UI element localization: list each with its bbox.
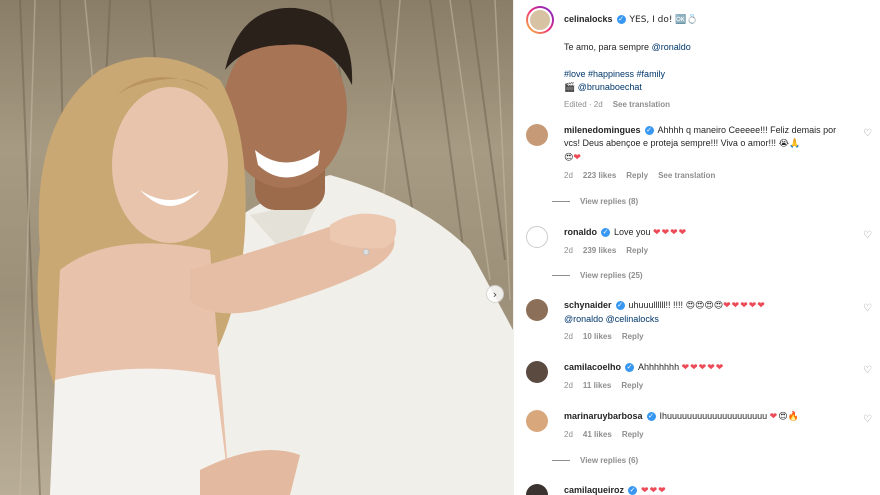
comment-username[interactable]: camilaqueiroz <box>564 485 624 495</box>
comment-hearts: ❤❤❤❤❤ <box>681 363 725 373</box>
caption-line: Te amo, para sempre <box>564 42 650 52</box>
comment-emoji: 😍 <box>564 153 574 163</box>
comment-text: Ahhhhhhh <box>638 362 680 372</box>
edited-time: Edited · 2d <box>564 100 603 109</box>
next-photo-button[interactable]: › <box>486 285 504 303</box>
comment-emoji: 😍😍😍😍 <box>685 301 724 311</box>
avatar[interactable] <box>526 484 548 495</box>
comments-panel: celinalocks ✓ YES, I do! 🆗💍 Te amo, para s… <box>513 0 880 495</box>
post-photo: › <box>0 0 513 495</box>
view-replies-label: View replies (25) <box>580 271 643 280</box>
avatar[interactable] <box>526 226 548 248</box>
view-replies-label: View replies (8) <box>580 197 639 206</box>
reply-button[interactable]: Reply <box>622 332 644 341</box>
verified-icon: ✓ <box>625 363 635 373</box>
heart-icon[interactable]: ♡ <box>863 303 872 314</box>
caption-username[interactable]: celinalocks <box>564 14 613 24</box>
avatar[interactable] <box>526 410 548 432</box>
caption-title: YES, I do! 🆗💍 <box>629 15 698 25</box>
comment-time: 2d <box>564 332 573 341</box>
reply-button[interactable]: Reply <box>621 381 643 390</box>
clapperboard-icon: 🎬 <box>564 83 576 93</box>
verified-icon: ✓ <box>646 412 656 422</box>
verified-icon: ✓ <box>616 15 626 25</box>
verified-icon: ✓ <box>601 228 610 238</box>
comment-likes[interactable]: 41 likes <box>583 430 612 439</box>
avatar[interactable] <box>526 299 548 321</box>
verified-icon: ✓ <box>644 126 654 136</box>
credit-mention[interactable]: @brunaboechat <box>578 82 642 92</box>
reply-button[interactable]: Reply <box>626 171 648 180</box>
comment-hearts: ❤❤❤❤ <box>653 228 688 238</box>
comment-hearts: ❤ <box>573 153 582 163</box>
view-replies-button[interactable]: View replies (6) <box>552 456 638 465</box>
avatar[interactable] <box>526 124 548 146</box>
heart-icon[interactable]: ♡ <box>863 365 872 376</box>
comment-username[interactable]: milenedomingues <box>564 125 641 135</box>
comment-likes[interactable]: 10 likes <box>583 332 612 341</box>
heart-icon[interactable]: ♡ <box>863 128 872 139</box>
verified-icon: ✓ <box>628 486 638 495</box>
comment-emoji: 😍🔥 <box>778 412 799 422</box>
avatar[interactable] <box>526 361 548 383</box>
caption-hashtags[interactable]: #love #happiness #family <box>564 69 665 79</box>
comment-username[interactable]: marinaruybarbosa <box>564 411 643 421</box>
comment-likes[interactable]: 239 likes <box>583 246 616 255</box>
reply-button[interactable]: Reply <box>626 246 648 255</box>
comment-likes[interactable]: 11 likes <box>583 381 611 390</box>
comment-text: uhuuullllll!! !!!! <box>628 300 684 310</box>
comment-hearts: ❤ <box>769 412 779 422</box>
comment-text: Love you <box>614 227 651 237</box>
reply-button[interactable]: Reply <box>622 430 644 439</box>
see-translation-link[interactable]: See translation <box>613 100 670 109</box>
comment-time: 2d <box>564 171 573 180</box>
couple-photo-illustration <box>19 0 513 495</box>
comment-username[interactable]: ronaldo <box>564 227 597 237</box>
comment-time: 2d <box>564 381 573 390</box>
comment-hearts: ❤❤❤❤❤ <box>723 301 766 311</box>
avatar[interactable] <box>526 6 554 34</box>
comment-time: 2d <box>564 246 573 255</box>
chevron-right-icon: › <box>492 287 498 301</box>
comment-likes[interactable]: 223 likes <box>583 171 616 180</box>
see-translation-link[interactable]: See translation <box>658 171 715 180</box>
comment-hearts: ❤❤❤ <box>641 486 667 495</box>
view-replies-button[interactable]: View replies (25) <box>552 271 643 280</box>
view-replies-button[interactable]: View replies (8) <box>552 197 638 206</box>
comment-emoji: 😭🙏 <box>778 139 801 149</box>
caption-mention[interactable]: @ronaldo <box>652 42 691 52</box>
comment-text: Ihuuuuuuuuuuuuuuuuuuuu <box>659 411 768 421</box>
view-replies-label: View replies (6) <box>580 456 639 465</box>
comment-mentions[interactable]: @ronaldo @celinalocks <box>564 314 659 324</box>
comment-username[interactable]: schynaider <box>564 300 612 310</box>
comment-time: 2d <box>564 430 573 439</box>
comment-username[interactable]: camilacoelho <box>564 362 621 372</box>
heart-icon[interactable]: ♡ <box>863 230 872 241</box>
heart-icon[interactable]: ♡ <box>863 414 872 425</box>
verified-icon: ✓ <box>615 301 625 311</box>
